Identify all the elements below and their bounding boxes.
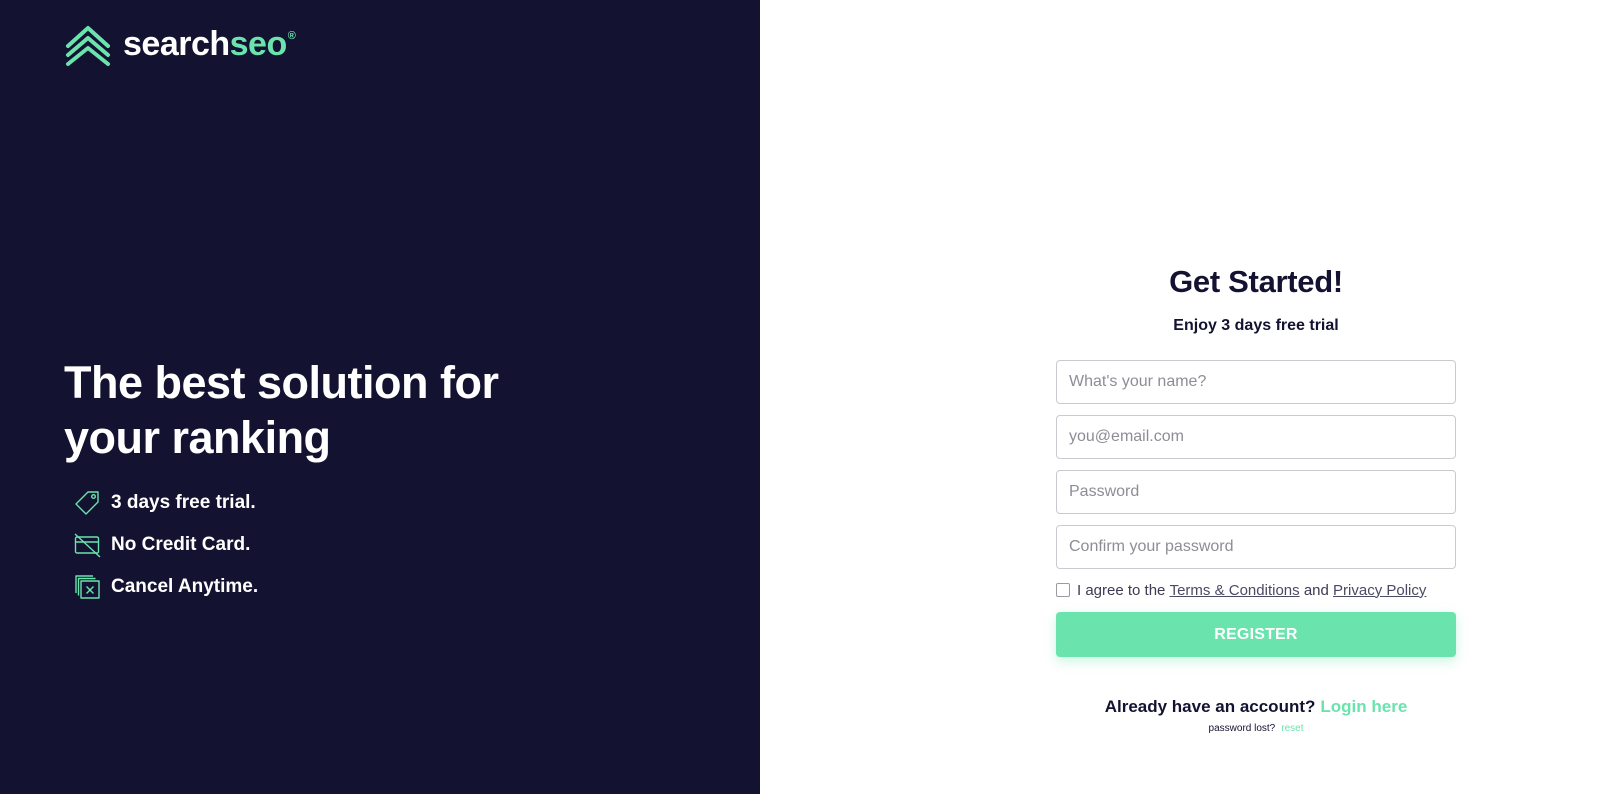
feature-item-cancel: Cancel Anytime. — [64, 574, 258, 600]
email-input[interactable] — [1056, 415, 1456, 459]
terms-link[interactable]: Terms & Conditions — [1170, 582, 1300, 599]
reset-prompt: password lost? reset — [1056, 723, 1456, 734]
hero-headline: The best solution for your ranking — [64, 357, 499, 463]
reset-question: password lost? — [1208, 723, 1276, 734]
privacy-link[interactable]: Privacy Policy — [1333, 582, 1426, 599]
logo[interactable]: searchseo® — [65, 24, 296, 68]
feature-item-no-card: No Credit Card. — [64, 532, 258, 558]
password-input[interactable] — [1056, 470, 1456, 514]
terms-checkbox[interactable] — [1056, 583, 1070, 597]
signup-panel: Get Started! Enjoy 3 days free trial I a… — [760, 0, 1600, 794]
registered-mark: ® — [287, 29, 296, 42]
logo-wordmark: searchseo® — [123, 24, 296, 64]
feature-label-no-card: No Credit Card. — [111, 534, 251, 555]
signup-form: Get Started! Enjoy 3 days free trial I a… — [1056, 260, 1456, 734]
login-link[interactable]: Login here — [1320, 697, 1407, 716]
login-prompt: Already have an account? Login here — [1056, 697, 1456, 717]
agree-prefix: I agree to the — [1077, 581, 1166, 599]
cancel-window-icon — [74, 574, 101, 600]
confirm-password-input[interactable] — [1056, 525, 1456, 569]
tag-icon — [74, 490, 101, 516]
form-subtitle: Enjoy 3 days free trial — [1173, 317, 1339, 334]
feature-label-trial: 3 days free trial. — [111, 492, 256, 513]
page: searchseo® The best solution for your ra… — [0, 0, 1600, 794]
login-question: Already have an account? — [1104, 697, 1316, 716]
name-input[interactable] — [1056, 360, 1456, 404]
feature-label-cancel: Cancel Anytime. — [111, 576, 259, 597]
no-credit-card-icon — [74, 532, 101, 558]
agree-and: and — [1303, 581, 1329, 599]
feature-item-trial: 3 days free trial. — [64, 490, 258, 516]
reset-link[interactable]: reset — [1281, 723, 1303, 734]
logo-text-seo: seo — [229, 24, 288, 63]
hero-panel: searchseo® The best solution for your ra… — [0, 0, 760, 794]
terms-agreement: I agree to the Terms & Conditions and Pr… — [1056, 580, 1456, 600]
form-fields — [1056, 360, 1456, 569]
register-button[interactable]: REGISTER — [1056, 612, 1456, 657]
double-chevron-up-icon — [65, 24, 111, 68]
feature-list: 3 days free trial. No Credit Card. Cance… — [64, 490, 258, 616]
form-title: Get Started! — [1169, 264, 1343, 299]
logo-text-search: search — [123, 24, 230, 63]
